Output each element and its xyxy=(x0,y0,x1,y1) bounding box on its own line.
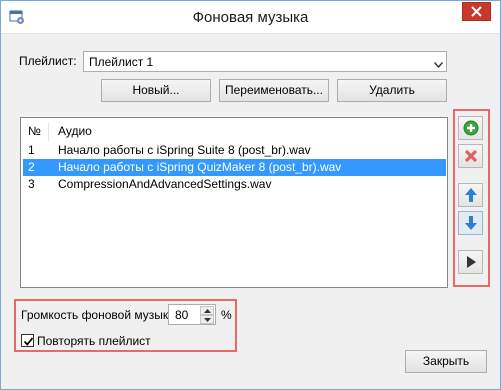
playlist-label: Плейлист: xyxy=(19,54,77,68)
rename-playlist-button[interactable]: Переименовать... xyxy=(219,79,329,102)
move-up-button[interactable] xyxy=(458,183,483,207)
window-close-button[interactable] xyxy=(462,2,491,21)
volume-decrease-button[interactable] xyxy=(200,315,214,324)
audio-row-name: Начало работы с iSpring Suite 8 (post_br… xyxy=(58,143,311,157)
audio-row-selected[interactable]: 2 Начало работы с iSpring QuizMaker 8 (p… xyxy=(23,159,446,176)
remove-audio-button[interactable] xyxy=(458,144,483,168)
delete-playlist-button[interactable]: Удалить xyxy=(337,79,447,102)
audio-row[interactable]: 1 Начало работы с iSpring Suite 8 (post_… xyxy=(23,142,446,159)
volume-increase-button[interactable] xyxy=(200,306,214,315)
play-icon xyxy=(467,256,476,268)
audio-row-name: Начало работы с iSpring QuizMaker 8 (pos… xyxy=(58,160,342,174)
checkmark-icon xyxy=(23,337,34,346)
volume-stepper[interactable]: 80 xyxy=(168,304,216,325)
add-icon xyxy=(463,120,479,136)
audio-row-number: 3 xyxy=(28,177,35,191)
volume-value: 80 xyxy=(175,308,189,322)
close-dialog-button[interactable]: Закрыть xyxy=(405,350,487,373)
move-down-button[interactable] xyxy=(458,211,483,235)
window-title: Фоновая музыка xyxy=(192,9,309,26)
audio-row-name: CompressionAndAdvancedSettings.wav xyxy=(58,177,272,191)
close-icon xyxy=(471,6,482,17)
move-up-icon xyxy=(465,188,477,202)
volume-label: Громкость фоновой музыки: xyxy=(21,308,179,322)
title-bar: Фоновая музыка xyxy=(1,1,500,34)
repeat-playlist-label[interactable]: Повторять плейлист xyxy=(37,334,151,348)
caret-up-icon xyxy=(204,309,211,313)
move-down-icon xyxy=(465,216,477,230)
remove-icon xyxy=(464,149,478,163)
caret-down-icon xyxy=(204,318,211,322)
column-header-number[interactable]: № xyxy=(28,124,41,138)
audio-list[interactable]: № Аудио 1 Начало работы с iSpring Suite … xyxy=(20,117,448,288)
audio-row-number: 2 xyxy=(28,160,35,174)
audio-list-header: № Аудио xyxy=(21,121,447,141)
playlist-selected-value: Плейлист 1 xyxy=(89,55,154,69)
repeat-playlist-checkbox[interactable] xyxy=(21,334,34,347)
new-playlist-button[interactable]: Новый... xyxy=(101,79,211,102)
column-header-audio[interactable]: Аудио xyxy=(58,124,92,138)
audio-row[interactable]: 3 CompressionAndAdvancedSettings.wav xyxy=(23,176,446,193)
playlist-select[interactable]: Плейлист 1 xyxy=(83,51,447,72)
column-divider xyxy=(48,123,49,141)
add-audio-button[interactable] xyxy=(458,116,483,140)
audio-row-number: 1 xyxy=(28,143,35,157)
chevron-down-icon xyxy=(433,57,444,71)
volume-unit: % xyxy=(221,308,232,322)
background-music-dialog: Фоновая музыка Плейлист: Плейлист 1 Новы… xyxy=(0,0,501,390)
play-audio-button[interactable] xyxy=(458,250,483,274)
